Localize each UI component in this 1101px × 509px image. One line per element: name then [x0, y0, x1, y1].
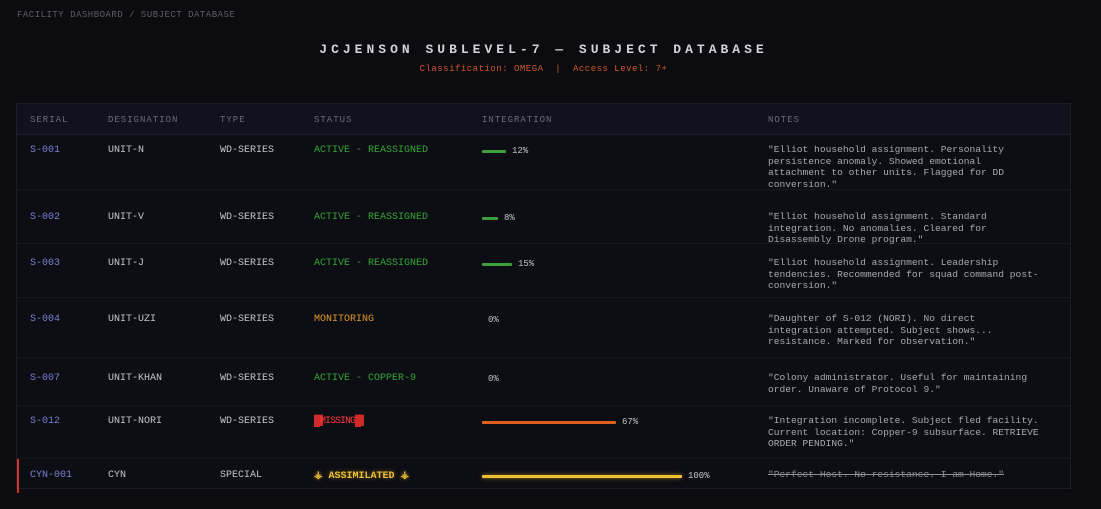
table-row[interactable]: S-002 UNIT-V WD-SERIES ACTIVE - REASSIGNED 8…: [17, 190, 1070, 246]
integration-bar: [482, 263, 512, 266]
notes-cell: "Daughter of S-012 (NORI). No direct int…: [768, 313, 993, 348]
serial-link[interactable]: S-012: [30, 416, 60, 427]
notes-cell: "Elliot household assignment. Standard i…: [768, 211, 987, 246]
integration-percent: 12%: [512, 146, 529, 156]
serial-link[interactable]: CYN-001: [30, 470, 72, 481]
status-badge: ██MISSING██: [314, 416, 364, 427]
status-badge: ACTIVE - COPPER-9: [314, 373, 417, 384]
type-cell: WD-SERIES: [220, 212, 275, 223]
table-row[interactable]: S-001 UNIT-N WD-SERIES ACTIVE - REASSIGNED 1…: [17, 135, 1070, 190]
notes-cell: "Colony administrator. Useful for mainta…: [768, 372, 1028, 395]
table-row[interactable]: S-007 UNIT-KHAN WD-SERIES ACTIVE - COPPER-9…: [17, 358, 1070, 406]
type-cell: WD-SERIES: [220, 314, 275, 325]
designation-cell: CYN: [108, 470, 127, 481]
integration-percent: 0%: [488, 315, 499, 325]
status-badge: ACTIVE - REASSIGNED: [314, 258, 429, 269]
table-row[interactable]: S-003 UNIT-J WD-SERIES ACTIVE - REASSIGNED 1…: [17, 244, 1070, 298]
page-title: JCJENSON SUBLEVEL-7 — SUBJECT DATABASE: [319, 42, 768, 57]
integration-percent: 15%: [518, 259, 535, 269]
table-row[interactable]: CYN-001 CYN SPECIAL ⚶ ASSIMILATED ⚶ 100% "Perfe…: [17, 459, 1070, 493]
type-cell: WD-SERIES: [220, 416, 275, 427]
designation-cell: UNIT-J: [108, 258, 145, 269]
hazard-glyph-icon: ⚶: [400, 471, 410, 482]
notes-cell: "Integration incomplete. Subject fled fa…: [768, 415, 1039, 450]
integration-percent: 100%: [688, 471, 710, 481]
type-cell: WD-SERIES: [220, 258, 275, 269]
notes-cell: "Elliot household assignment. Personalit…: [768, 144, 1005, 190]
integration-bar: [482, 217, 498, 220]
integration-percent: 0%: [488, 374, 499, 384]
integration-percent: 67%: [622, 417, 639, 427]
column-header-notes: NOTES: [768, 115, 801, 125]
table-header: SERIAL DESIGNATION TYPE STATUS INTEGRATI…: [17, 104, 1070, 135]
column-header-type: TYPE: [220, 115, 246, 125]
serial-link[interactable]: S-001: [30, 145, 60, 156]
serial-link[interactable]: S-004: [30, 314, 60, 325]
integration-bar: [482, 421, 616, 424]
notes-cell: "Elliot household assignment. Leadership…: [768, 257, 1039, 292]
type-cell: SPECIAL: [220, 470, 263, 481]
designation-cell: UNIT-UZI: [108, 314, 157, 325]
redaction-block: ██: [355, 416, 364, 427]
hazard-glyph-icon: ⚶: [314, 471, 323, 482]
status-badge: ACTIVE - REASSIGNED: [314, 145, 429, 156]
status-badge: ACTIVE - REASSIGNED: [314, 212, 429, 223]
integration-bar: [482, 150, 506, 153]
classification-subtitle: Classification: OMEGA | Access Level: 7+: [419, 64, 668, 74]
designation-cell: UNIT-NORI: [108, 416, 163, 427]
type-cell: WD-SERIES: [220, 373, 275, 384]
designation-cell: UNIT-N: [108, 145, 145, 156]
designation-cell: UNIT-V: [108, 212, 145, 223]
subject-table: SERIAL DESIGNATION TYPE STATUS INTEGRATI…: [16, 103, 1071, 493]
table-row[interactable]: S-004 UNIT-UZI WD-SERIES MONITORING 0% "Daugh…: [17, 298, 1070, 358]
notes-cell: "Perfect Host. No resistance. I am Home.…: [768, 469, 1005, 480]
integration-percent: 8%: [504, 213, 515, 223]
column-header-serial: SERIAL: [30, 115, 69, 125]
table-row[interactable]: S-012 UNIT-NORI WD-SERIES ██MISSING██ 67% "In…: [17, 406, 1070, 459]
type-cell: WD-SERIES: [220, 145, 275, 156]
column-header-status: STATUS: [314, 115, 353, 125]
breadcrumb: FACILITY DASHBOARD / SUBJECT DATABASE: [17, 10, 236, 20]
status-badge: ⚶ ASSIMILATED ⚶: [314, 470, 409, 482]
column-header-integration: INTEGRATION: [482, 115, 553, 125]
status-label: MISSING: [320, 416, 356, 427]
status-badge: MONITORING: [314, 314, 375, 325]
serial-link[interactable]: S-002: [30, 212, 60, 223]
serial-link[interactable]: S-003: [30, 258, 60, 269]
column-header-designation: DESIGNATION: [108, 115, 179, 125]
status-label: ASSIMILATED: [328, 471, 395, 482]
integration-bar: [482, 475, 682, 478]
designation-cell: UNIT-KHAN: [108, 373, 163, 384]
serial-link[interactable]: S-007: [30, 373, 60, 384]
